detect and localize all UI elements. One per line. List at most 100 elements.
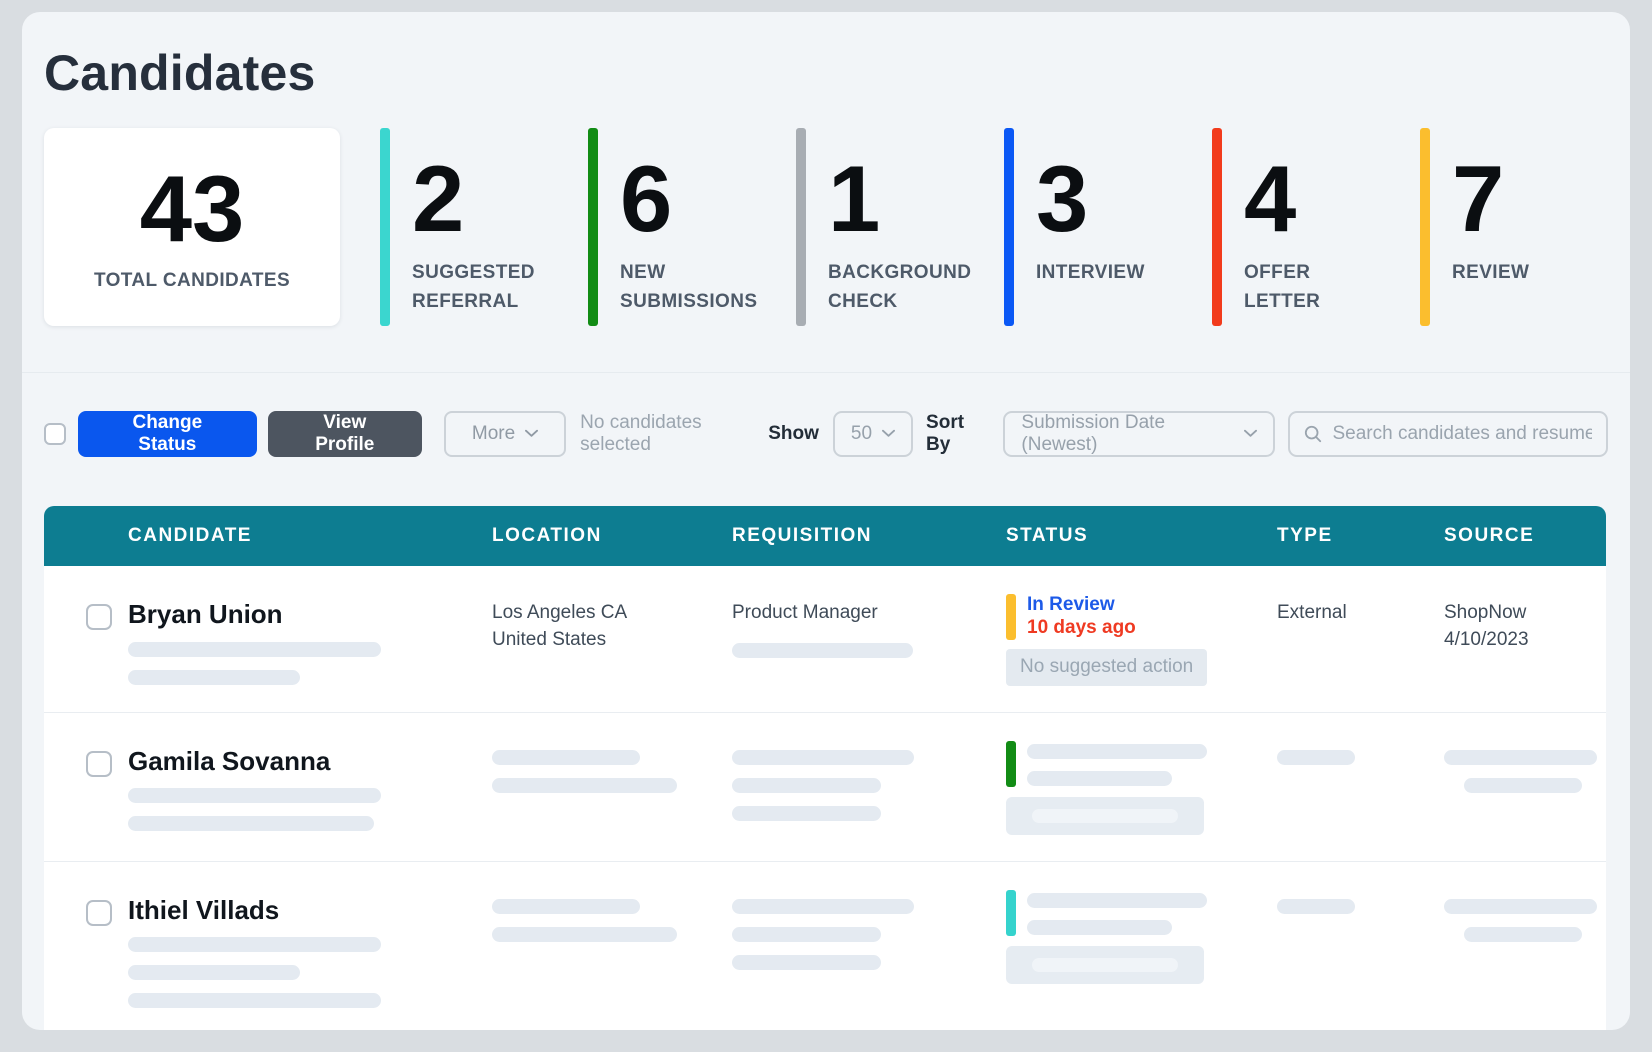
- stat-color-bar: [588, 128, 598, 326]
- chevron-down-icon: [525, 427, 538, 440]
- status-label: In Review: [1027, 594, 1136, 616]
- search-box[interactable]: [1288, 411, 1608, 457]
- column-header-source[interactable]: SOURCE: [1444, 525, 1606, 547]
- skeleton-line: [732, 927, 881, 942]
- skeleton-line: [732, 778, 881, 793]
- stat-value: 7: [1452, 152, 1529, 246]
- skeleton-line: [128, 937, 381, 952]
- table-row[interactable]: Bryan Union Los Angeles CA United States…: [44, 566, 1606, 713]
- change-status-button[interactable]: Change Status: [78, 411, 257, 457]
- stat-color-bar: [1004, 128, 1014, 326]
- stat-label: SUGGESTED REFERRAL: [412, 258, 548, 317]
- candidate-name[interactable]: Ithiel Villads: [128, 896, 381, 925]
- select-all-checkbox[interactable]: [44, 423, 66, 445]
- source-date: 4/10/2023: [1444, 627, 1606, 654]
- stat-new-submissions[interactable]: 6 NEW SUBMISSIONS: [588, 128, 756, 326]
- stat-label: NEW SUBMISSIONS: [620, 258, 757, 317]
- stat-value: 2: [412, 152, 548, 246]
- skeleton-line: [128, 816, 374, 831]
- selection-status-text: No candidates selected: [580, 412, 768, 456]
- stat-label: BACKGROUND CHECK: [828, 258, 971, 317]
- header-section: Candidates 43 TOTAL CANDIDATES 2 SUGGEST…: [22, 12, 1630, 373]
- status-cell: In Review 10 days ago No suggested actio…: [1006, 566, 1277, 712]
- stat-label: REVIEW: [1452, 258, 1529, 287]
- stat-review[interactable]: 7 REVIEW: [1420, 128, 1588, 326]
- column-header-location[interactable]: LOCATION: [492, 525, 732, 547]
- sort-value: Submission Date (Newest): [1021, 412, 1234, 456]
- skeleton-line: [732, 750, 914, 765]
- stat-value: 4: [1244, 152, 1380, 246]
- stat-interview[interactable]: 3 INTERVIEW: [1004, 128, 1172, 326]
- candidates-page: Candidates 43 TOTAL CANDIDATES 2 SUGGEST…: [22, 12, 1630, 1030]
- table-row[interactable]: Gamila Sovanna: [44, 713, 1606, 862]
- skeleton-line: [128, 642, 381, 657]
- candidate-name[interactable]: Gamila Sovanna: [128, 747, 381, 776]
- stat-label: INTERVIEW: [1036, 258, 1145, 287]
- location-cell: [492, 862, 732, 1030]
- requisition-cell: Product Manager: [732, 566, 1006, 712]
- row-checkbox[interactable]: [86, 751, 112, 777]
- more-label: More: [472, 423, 515, 445]
- column-header-type[interactable]: TYPE: [1277, 525, 1444, 547]
- stat-value: 1: [828, 152, 971, 246]
- stat-color-bar: [1212, 128, 1222, 326]
- sort-dropdown[interactable]: Submission Date (Newest): [1003, 411, 1275, 457]
- stat-suggested-referral[interactable]: 2 SUGGESTED REFERRAL: [380, 128, 548, 326]
- more-dropdown-button[interactable]: More: [444, 411, 566, 457]
- skeleton-line: [128, 788, 381, 803]
- table-header-row: CANDIDATE LOCATION REQUISITION STATUS TY…: [44, 506, 1606, 566]
- stat-label: OFFER LETTER: [1244, 258, 1380, 317]
- status-color-bar: [1006, 741, 1016, 787]
- search-icon: [1304, 424, 1322, 444]
- suggested-action-badge: No suggested action: [1006, 649, 1207, 686]
- status-cell: [1006, 713, 1277, 861]
- requisition-cell: [732, 713, 1006, 861]
- row-checkbox[interactable]: [86, 604, 112, 630]
- stat-value: 3: [1036, 152, 1145, 246]
- skeleton-line: [492, 750, 640, 765]
- column-header-status[interactable]: STATUS: [1006, 525, 1277, 547]
- view-profile-button[interactable]: View Profile: [268, 411, 422, 457]
- skeleton-line: [128, 965, 300, 980]
- location-country: United States: [492, 627, 732, 654]
- sort-by-label: Sort By: [926, 412, 990, 456]
- source-cell: [1444, 862, 1606, 1030]
- stat-color-bar: [1420, 128, 1430, 326]
- source-cell: [1444, 713, 1606, 861]
- stat-background-check[interactable]: 1 BACKGROUND CHECK: [796, 128, 964, 326]
- skeleton-line: [492, 927, 677, 942]
- type-cell: [1277, 862, 1444, 1030]
- status-time: 10 days ago: [1027, 616, 1136, 640]
- skeleton-badge: [1006, 797, 1204, 835]
- skeleton-line: [732, 899, 914, 914]
- skeleton-line: [1027, 893, 1207, 908]
- location-cell: Los Angeles CA United States: [492, 566, 732, 712]
- search-input[interactable]: [1333, 423, 1593, 445]
- skeleton-line: [1444, 750, 1597, 765]
- stat-color-bar: [380, 128, 390, 326]
- stat-offer-letter[interactable]: 4 OFFER LETTER: [1212, 128, 1380, 326]
- skeleton-line: [1277, 899, 1355, 914]
- column-header-candidate[interactable]: CANDIDATE: [44, 525, 492, 547]
- row-checkbox[interactable]: [86, 900, 112, 926]
- page-title: Candidates: [44, 44, 1608, 102]
- table-row[interactable]: Ithiel Villads: [44, 862, 1606, 1030]
- page-size-dropdown[interactable]: 50: [833, 411, 913, 457]
- source-name: ShopNow: [1444, 600, 1606, 627]
- skeleton-line: [1464, 927, 1582, 942]
- type-cell: [1277, 713, 1444, 861]
- skeleton-line: [732, 643, 913, 658]
- stat-label: TOTAL CANDIDATES: [94, 270, 290, 292]
- stat-total-candidates[interactable]: 43 TOTAL CANDIDATES: [44, 128, 340, 326]
- candidate-name[interactable]: Bryan Union: [128, 600, 381, 629]
- show-label: Show: [768, 423, 819, 445]
- status-color-bar: [1006, 594, 1016, 640]
- column-header-requisition[interactable]: REQUISITION: [732, 525, 1006, 547]
- skeleton-line: [128, 993, 381, 1008]
- skeleton-line: [1464, 778, 1582, 793]
- status-cell: [1006, 862, 1277, 1030]
- stat-value: 6: [620, 152, 757, 246]
- skeleton-line: [732, 806, 881, 821]
- skeleton-line: [1027, 744, 1207, 759]
- location-city: Los Angeles CA: [492, 600, 732, 627]
